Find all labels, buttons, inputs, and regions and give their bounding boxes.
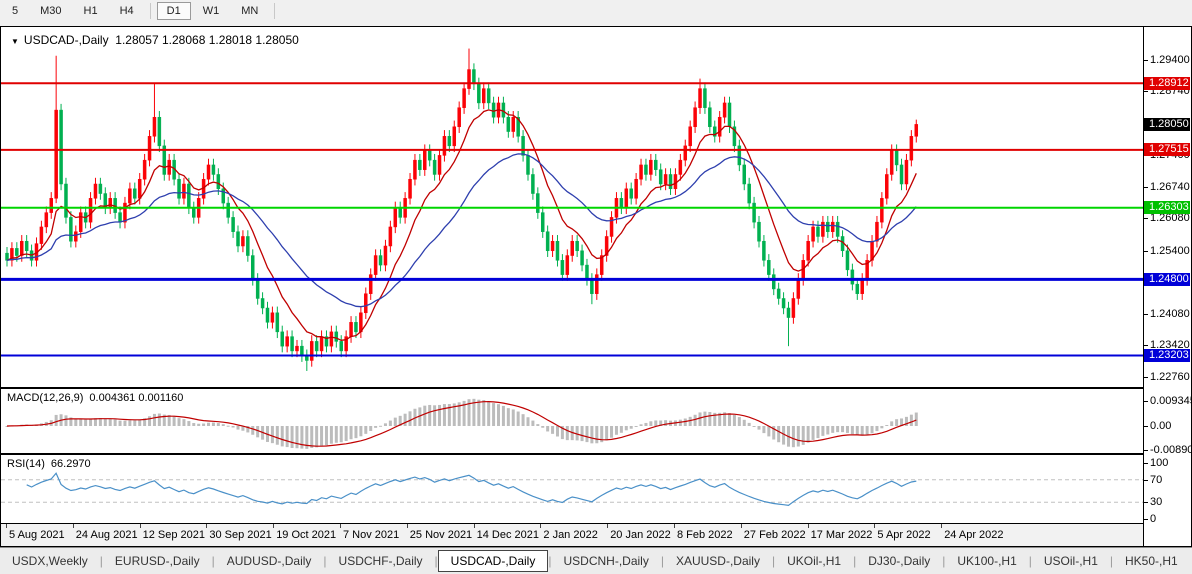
- date-tick: [407, 524, 408, 528]
- rsi-tick-label: 100: [1150, 457, 1168, 469]
- timeframe-button-5[interactable]: 5: [2, 2, 28, 20]
- chart-title: ▼ USDCAD-,Daily 1.28057 1.28068 1.28018 1…: [11, 33, 299, 47]
- tab-usdcad-daily[interactable]: USDCAD-,Daily: [438, 550, 549, 572]
- price-badge: 1.28912: [1144, 77, 1190, 90]
- date-label: 14 Dec 2021: [477, 529, 539, 541]
- date-label: 12 Sep 2021: [143, 529, 205, 541]
- date-tick: [808, 524, 809, 528]
- axis-tick: [1144, 480, 1148, 481]
- rsi-tick-label: 30: [1150, 496, 1162, 508]
- chart-ohlc-label: 1.28057 1.28068 1.28018 1.28050: [115, 33, 299, 47]
- price-badge: 1.24800: [1144, 273, 1190, 286]
- axis-tick: [1144, 218, 1148, 219]
- timeframe-button-m30[interactable]: M30: [30, 2, 71, 20]
- date-label: 27 Feb 2022: [744, 529, 806, 541]
- rsi-panel[interactable]: RSI(14)66.2970: [1, 455, 1143, 523]
- price-tick-label: 1.24080: [1150, 308, 1190, 320]
- rsi-tick-label: 70: [1150, 474, 1162, 486]
- date-tick: [874, 524, 875, 528]
- axis-tick: [1144, 519, 1148, 520]
- date-label: 2 Jan 2022: [543, 529, 597, 541]
- date-label: 17 Mar 2022: [811, 529, 873, 541]
- timeframe-button-h4[interactable]: H4: [110, 2, 144, 20]
- axis-tick: [1144, 502, 1148, 503]
- price-panel[interactable]: ▼ USDCAD-,Daily 1.28057 1.28068 1.28018 1…: [1, 27, 1143, 387]
- axis-tick: [1144, 60, 1148, 61]
- axis-tick: [1144, 345, 1148, 346]
- rsi-tick-label: 0: [1150, 513, 1156, 525]
- date-label: 5 Aug 2021: [9, 529, 65, 541]
- timeframe-button-w1[interactable]: W1: [193, 2, 230, 20]
- price-badge: 1.26303: [1144, 201, 1190, 214]
- tab-usoil-h1[interactable]: USOil-,H1: [1032, 550, 1110, 572]
- price-badge: 1.27515: [1144, 143, 1190, 156]
- date-tick: [73, 524, 74, 528]
- rsi-label: RSI(14)66.2970: [7, 458, 91, 470]
- tab-audusd-daily[interactable]: AUDUSD-,Daily: [215, 550, 324, 572]
- axis-tick: [1144, 251, 1148, 252]
- timeframe-button-mn[interactable]: MN: [231, 2, 268, 20]
- date-tick: [273, 524, 274, 528]
- chart-symbol-label: USDCAD-,Daily: [24, 33, 109, 47]
- macd-panel[interactable]: MACD(12,26,9)0.004361 0.001160: [1, 389, 1143, 453]
- tab-hk50-h1[interactable]: HK50-,H1: [1113, 550, 1190, 572]
- date-axis[interactable]: 5 Aug 2021 24 Aug 2021 12 Sep 2021 30 Sep 2…: [1, 523, 1143, 546]
- price-badge: 1.28050: [1144, 118, 1190, 131]
- price-tick-label: 1.29400: [1150, 54, 1190, 66]
- date-tick: [206, 524, 207, 528]
- date-label: 25 Nov 2021: [410, 529, 472, 541]
- price-tick-label: 1.26740: [1150, 181, 1190, 193]
- timeframe-button-h1[interactable]: H1: [74, 2, 108, 20]
- axis-tick: [1144, 91, 1148, 92]
- tab-dj30-daily[interactable]: DJ30-,Daily: [856, 550, 942, 572]
- date-tick: [607, 524, 608, 528]
- tab-xauusd-daily[interactable]: XAUUSD-,Daily: [664, 550, 772, 572]
- price-tick-label: 1.22760: [1150, 371, 1190, 383]
- macd-label: MACD(12,26,9)0.004361 0.001160: [7, 392, 183, 404]
- tab-usdx-weekly[interactable]: USDX,Weekly: [0, 550, 100, 572]
- date-tick: [140, 524, 141, 528]
- axis-tick: [1144, 426, 1148, 427]
- macd-tick-label: 0.009345: [1150, 395, 1192, 407]
- macd-tick-label: -0.008902: [1150, 444, 1192, 456]
- tab-eurusd-daily[interactable]: EURUSD-,Daily: [103, 550, 212, 572]
- symbol-tabbar: USDX,Weekly|EURUSD-,Daily|AUDUSD-,Daily|…: [0, 547, 1192, 574]
- date-tick: [741, 524, 742, 528]
- price-chart-canvas[interactable]: [1, 27, 1143, 387]
- price-tick-label: 1.25400: [1150, 245, 1190, 257]
- axis-tick: [1144, 450, 1148, 451]
- date-tick: [674, 524, 675, 528]
- timeframe-toolbar: 5M30H1H4 D1W1MN: [0, 0, 1192, 22]
- axis-tick: [1144, 187, 1148, 188]
- date-label: 19 Oct 2021: [276, 529, 336, 541]
- tab-ukoil-h1[interactable]: UKOil-,H1: [775, 550, 853, 572]
- date-label: 24 Aug 2021: [76, 529, 138, 541]
- axis-tick: [1144, 401, 1148, 402]
- rsi-chart-canvas[interactable]: [1, 455, 1143, 523]
- date-label: 24 Apr 2022: [944, 529, 1003, 541]
- axis-tick: [1144, 377, 1148, 378]
- plot-column: ▼ USDCAD-,Daily 1.28057 1.28068 1.28018 1…: [1, 27, 1143, 546]
- date-label: 30 Sep 2021: [209, 529, 271, 541]
- axis-tick: [1144, 314, 1148, 315]
- chart-window: ▼ USDCAD-,Daily 1.28057 1.28068 1.28018 1…: [0, 26, 1192, 547]
- axis-tick: [1144, 463, 1148, 464]
- date-label: 7 Nov 2021: [343, 529, 399, 541]
- date-label: 20 Jan 2022: [610, 529, 671, 541]
- timeframe-button-d1[interactable]: D1: [157, 2, 191, 20]
- date-tick: [340, 524, 341, 528]
- date-label: 5 Apr 2022: [877, 529, 930, 541]
- tab-usdchf-daily[interactable]: USDCHF-,Daily: [327, 550, 435, 572]
- macd-tick-label: 0.00: [1150, 420, 1171, 432]
- date-tick: [540, 524, 541, 528]
- chart-dropdown-icon[interactable]: ▼: [11, 37, 19, 46]
- date-tick: [6, 524, 7, 528]
- tab-usdcnh-daily[interactable]: USDCNH-,Daily: [551, 550, 660, 572]
- date-tick: [941, 524, 942, 528]
- date-tick: [474, 524, 475, 528]
- price-badge: 1.23203: [1144, 349, 1190, 362]
- tab-uk100-h1[interactable]: UK100-,H1: [945, 550, 1028, 572]
- price-axis[interactable]: 1.294001.287401.274001.267401.260801.254…: [1143, 27, 1190, 546]
- date-label: 8 Feb 2022: [677, 529, 733, 541]
